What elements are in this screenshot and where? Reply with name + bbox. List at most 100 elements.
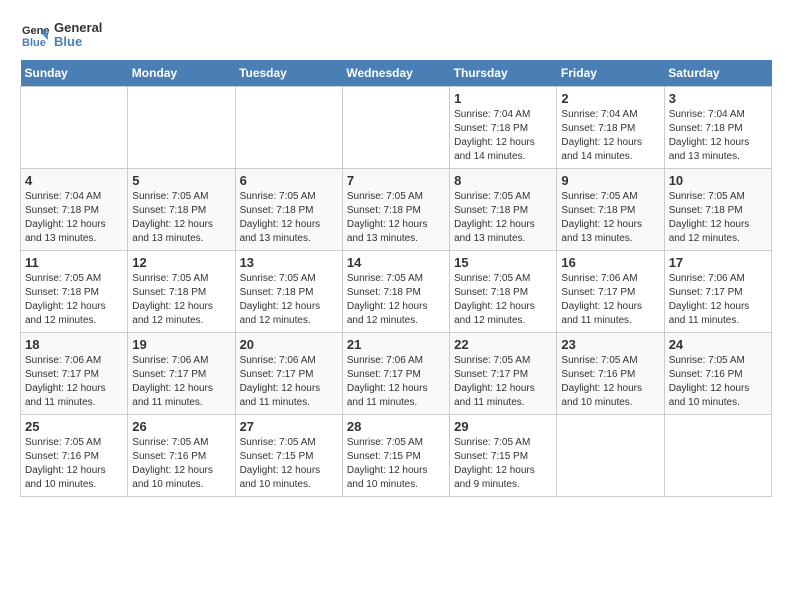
calendar-cell: 18 Sunrise: 7:06 AM Sunset: 7:17 PM Dayli… bbox=[21, 333, 128, 415]
day-info: Sunrise: 7:04 AM Sunset: 7:18 PM Dayligh… bbox=[454, 108, 552, 164]
day-info: Sunrise: 7:06 AM Sunset: 7:17 PM Dayligh… bbox=[669, 272, 767, 328]
day-number: 14 bbox=[347, 255, 445, 270]
day-number: 19 bbox=[132, 337, 230, 352]
logo-general: General bbox=[54, 21, 102, 35]
day-info: Sunrise: 7:06 AM Sunset: 7:17 PM Dayligh… bbox=[347, 354, 445, 410]
day-info: Sunrise: 7:05 AM Sunset: 7:15 PM Dayligh… bbox=[240, 436, 338, 492]
day-number: 4 bbox=[25, 173, 123, 188]
day-info: Sunrise: 7:06 AM Sunset: 7:17 PM Dayligh… bbox=[25, 354, 123, 410]
weekday-header-thursday: Thursday bbox=[450, 60, 557, 87]
calendar-cell: 20Sunrise: 7:06 AM Sunset: 7:17 PM Dayli… bbox=[235, 333, 342, 415]
calendar-cell: 24 Sunrise: 7:05 AM Sunset: 7:16 PM Dayli… bbox=[664, 333, 771, 415]
calendar-cell: 7Sunrise: 7:05 AM Sunset: 7:18 PM Daylig… bbox=[342, 169, 449, 251]
day-info: Sunrise: 7:05 AM Sunset: 7:18 PM Dayligh… bbox=[132, 190, 230, 246]
weekday-header-sunday: Sunday bbox=[21, 60, 128, 87]
day-info: Sunrise: 7:05 AM Sunset: 7:17 PM Dayligh… bbox=[454, 354, 552, 410]
day-info: Sunrise: 7:06 AM Sunset: 7:17 PM Dayligh… bbox=[561, 272, 659, 328]
day-number: 17 bbox=[669, 255, 767, 270]
day-info: Sunrise: 7:05 AM Sunset: 7:18 PM Dayligh… bbox=[561, 190, 659, 246]
calendar-cell bbox=[235, 87, 342, 169]
day-number: 7 bbox=[347, 173, 445, 188]
day-number: 23 bbox=[561, 337, 659, 352]
day-number: 16 bbox=[561, 255, 659, 270]
weekday-header-wednesday: Wednesday bbox=[342, 60, 449, 87]
logo-blue: Blue bbox=[54, 35, 102, 49]
day-info: Sunrise: 7:04 AM Sunset: 7:18 PM Dayligh… bbox=[25, 190, 123, 246]
day-info: Sunrise: 7:05 AM Sunset: 7:18 PM Dayligh… bbox=[669, 190, 767, 246]
day-number: 12 bbox=[132, 255, 230, 270]
calendar-cell: 19 Sunrise: 7:06 AM Sunset: 7:17 PM Dayli… bbox=[128, 333, 235, 415]
day-number: 18 bbox=[25, 337, 123, 352]
day-number: 29 bbox=[454, 419, 552, 434]
day-info: Sunrise: 7:05 AM Sunset: 7:18 PM Dayligh… bbox=[25, 272, 123, 328]
day-info: Sunrise: 7:05 AM Sunset: 7:18 PM Dayligh… bbox=[454, 272, 552, 328]
day-number: 11 bbox=[25, 255, 123, 270]
calendar-week-4: 18 Sunrise: 7:06 AM Sunset: 7:17 PM Dayli… bbox=[21, 333, 772, 415]
calendar-cell: 9 Sunrise: 7:05 AM Sunset: 7:18 PM Daylig… bbox=[557, 169, 664, 251]
logo: General Blue General Blue bbox=[20, 20, 102, 50]
day-number: 2 bbox=[561, 91, 659, 106]
day-info: Sunrise: 7:05 AM Sunset: 7:18 PM Dayligh… bbox=[454, 190, 552, 246]
day-number: 22 bbox=[454, 337, 552, 352]
day-info: Sunrise: 7:05 AM Sunset: 7:15 PM Dayligh… bbox=[454, 436, 552, 492]
weekday-header-friday: Friday bbox=[557, 60, 664, 87]
day-info: Sunrise: 7:05 AM Sunset: 7:18 PM Dayligh… bbox=[132, 272, 230, 328]
calendar-cell: 25Sunrise: 7:05 AM Sunset: 7:16 PM Dayli… bbox=[21, 415, 128, 497]
day-number: 3 bbox=[669, 91, 767, 106]
day-number: 25 bbox=[25, 419, 123, 434]
day-number: 1 bbox=[454, 91, 552, 106]
calendar-cell: 15 Sunrise: 7:05 AM Sunset: 7:18 PM Dayli… bbox=[450, 251, 557, 333]
calendar-cell: 11 Sunrise: 7:05 AM Sunset: 7:18 PM Dayli… bbox=[21, 251, 128, 333]
calendar-cell bbox=[664, 415, 771, 497]
weekday-header-tuesday: Tuesday bbox=[235, 60, 342, 87]
day-info: Sunrise: 7:05 AM Sunset: 7:16 PM Dayligh… bbox=[561, 354, 659, 410]
calendar-table: SundayMondayTuesdayWednesdayThursdayFrid… bbox=[20, 60, 772, 497]
day-info: Sunrise: 7:06 AM Sunset: 7:17 PM Dayligh… bbox=[132, 354, 230, 410]
day-number: 6 bbox=[240, 173, 338, 188]
calendar-cell: 6 Sunrise: 7:05 AM Sunset: 7:18 PM Daylig… bbox=[235, 169, 342, 251]
calendar-cell: 1 Sunrise: 7:04 AM Sunset: 7:18 PM Daylig… bbox=[450, 87, 557, 169]
calendar-cell: 16 Sunrise: 7:06 AM Sunset: 7:17 PM Dayli… bbox=[557, 251, 664, 333]
calendar-cell: 2 Sunrise: 7:04 AM Sunset: 7:18 PM Daylig… bbox=[557, 87, 664, 169]
calendar-cell: 29 Sunrise: 7:05 AM Sunset: 7:15 PM Dayli… bbox=[450, 415, 557, 497]
logo-wordmark: General Blue bbox=[54, 21, 102, 50]
day-number: 27 bbox=[240, 419, 338, 434]
calendar-cell: 28Sunrise: 7:05 AM Sunset: 7:15 PM Dayli… bbox=[342, 415, 449, 497]
calendar-week-1: 1 Sunrise: 7:04 AM Sunset: 7:18 PM Daylig… bbox=[21, 87, 772, 169]
calendar-cell bbox=[21, 87, 128, 169]
calendar-cell: 14 Sunrise: 7:05 AM Sunset: 7:18 PM Dayli… bbox=[342, 251, 449, 333]
svg-text:Blue: Blue bbox=[22, 37, 46, 49]
calendar-cell: 5 Sunrise: 7:05 AM Sunset: 7:18 PM Daylig… bbox=[128, 169, 235, 251]
calendar-cell: 21 Sunrise: 7:06 AM Sunset: 7:17 PM Dayli… bbox=[342, 333, 449, 415]
day-number: 5 bbox=[132, 173, 230, 188]
day-number: 21 bbox=[347, 337, 445, 352]
calendar-cell: 8 Sunrise: 7:05 AM Sunset: 7:18 PM Daylig… bbox=[450, 169, 557, 251]
calendar-cell: 13Sunrise: 7:05 AM Sunset: 7:18 PM Dayli… bbox=[235, 251, 342, 333]
page-header: General Blue General Blue bbox=[20, 20, 772, 50]
day-info: Sunrise: 7:05 AM Sunset: 7:18 PM Dayligh… bbox=[240, 190, 338, 246]
calendar-cell: 23 Sunrise: 7:05 AM Sunset: 7:16 PM Dayli… bbox=[557, 333, 664, 415]
weekday-header-saturday: Saturday bbox=[664, 60, 771, 87]
calendar-cell bbox=[342, 87, 449, 169]
day-info: Sunrise: 7:05 AM Sunset: 7:16 PM Dayligh… bbox=[669, 354, 767, 410]
calendar-week-3: 11 Sunrise: 7:05 AM Sunset: 7:18 PM Dayli… bbox=[21, 251, 772, 333]
calendar-cell: 3Sunrise: 7:04 AM Sunset: 7:18 PM Daylig… bbox=[664, 87, 771, 169]
calendar-cell bbox=[557, 415, 664, 497]
day-number: 15 bbox=[454, 255, 552, 270]
day-info: Sunrise: 7:05 AM Sunset: 7:18 PM Dayligh… bbox=[347, 272, 445, 328]
calendar-cell: 26Sunrise: 7:05 AM Sunset: 7:16 PM Dayli… bbox=[128, 415, 235, 497]
calendar-cell: 12 Sunrise: 7:05 AM Sunset: 7:18 PM Dayli… bbox=[128, 251, 235, 333]
calendar-header: SundayMondayTuesdayWednesdayThursdayFrid… bbox=[21, 60, 772, 87]
day-number: 9 bbox=[561, 173, 659, 188]
calendar-cell: 22 Sunrise: 7:05 AM Sunset: 7:17 PM Dayli… bbox=[450, 333, 557, 415]
day-number: 24 bbox=[669, 337, 767, 352]
calendar-week-2: 4 Sunrise: 7:04 AM Sunset: 7:18 PM Daylig… bbox=[21, 169, 772, 251]
day-info: Sunrise: 7:05 AM Sunset: 7:16 PM Dayligh… bbox=[132, 436, 230, 492]
calendar-cell: 10Sunrise: 7:05 AM Sunset: 7:18 PM Dayli… bbox=[664, 169, 771, 251]
day-number: 13 bbox=[240, 255, 338, 270]
calendar-cell: 17 Sunrise: 7:06 AM Sunset: 7:17 PM Dayli… bbox=[664, 251, 771, 333]
day-info: Sunrise: 7:04 AM Sunset: 7:18 PM Dayligh… bbox=[561, 108, 659, 164]
day-info: Sunrise: 7:06 AM Sunset: 7:17 PM Dayligh… bbox=[240, 354, 338, 410]
day-number: 8 bbox=[454, 173, 552, 188]
calendar-cell bbox=[128, 87, 235, 169]
